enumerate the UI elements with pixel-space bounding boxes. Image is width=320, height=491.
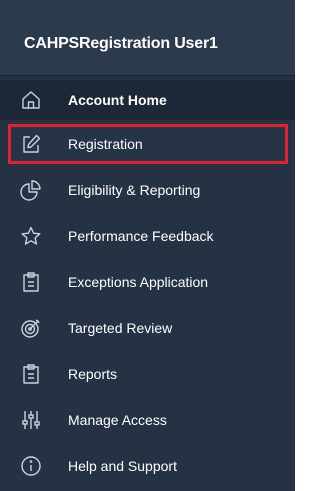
sidebar-item-reports[interactable]: Reports (8, 354, 288, 394)
sidebar-item-targeted-review[interactable]: Targeted Review (8, 308, 288, 348)
sidebar-item-label: Manage Access (68, 412, 167, 428)
sidebar-item-help-support[interactable]: Help and Support (8, 446, 288, 486)
sidebar-header: CAHPSRegistration User1 (0, 0, 295, 76)
sidebar-item-label: Eligibility & Reporting (68, 182, 201, 198)
sidebar-item-label: Help and Support (68, 458, 177, 474)
sidebar-item-account-home[interactable]: Account Home (0, 80, 295, 120)
sidebar-item-manage-access[interactable]: Manage Access (8, 400, 288, 440)
sliders-icon (20, 409, 42, 431)
sidebar-item-label: Reports (68, 366, 118, 382)
target-icon (20, 317, 42, 339)
sidebar-item-label: Exceptions Application (68, 274, 209, 290)
sidebar-item-label: Registration (68, 136, 143, 152)
report-icon (20, 363, 42, 385)
sidebar-item-exceptions-application[interactable]: Exceptions Application (8, 262, 288, 302)
sidebar-item-performance-feedback[interactable]: Performance Feedback (8, 216, 288, 256)
sidebar-item-eligibility-reporting[interactable]: Eligibility & Reporting (8, 170, 288, 210)
sidebar-item-label: Account Home (68, 92, 167, 108)
star-icon (20, 225, 42, 247)
sidebar: CAHPSRegistration User1 Account Home Reg… (0, 0, 295, 491)
info-icon (20, 455, 42, 477)
edit-icon (20, 133, 42, 155)
pie-chart-icon (20, 179, 42, 201)
sidebar-item-registration[interactable]: Registration (8, 124, 288, 164)
sidebar-item-label: Performance Feedback (68, 228, 214, 244)
home-icon (20, 89, 42, 111)
user-name: CAHPSRegistration User1 (24, 35, 218, 52)
clipboard-icon (20, 271, 42, 293)
sidebar-item-label: Targeted Review (68, 320, 173, 336)
